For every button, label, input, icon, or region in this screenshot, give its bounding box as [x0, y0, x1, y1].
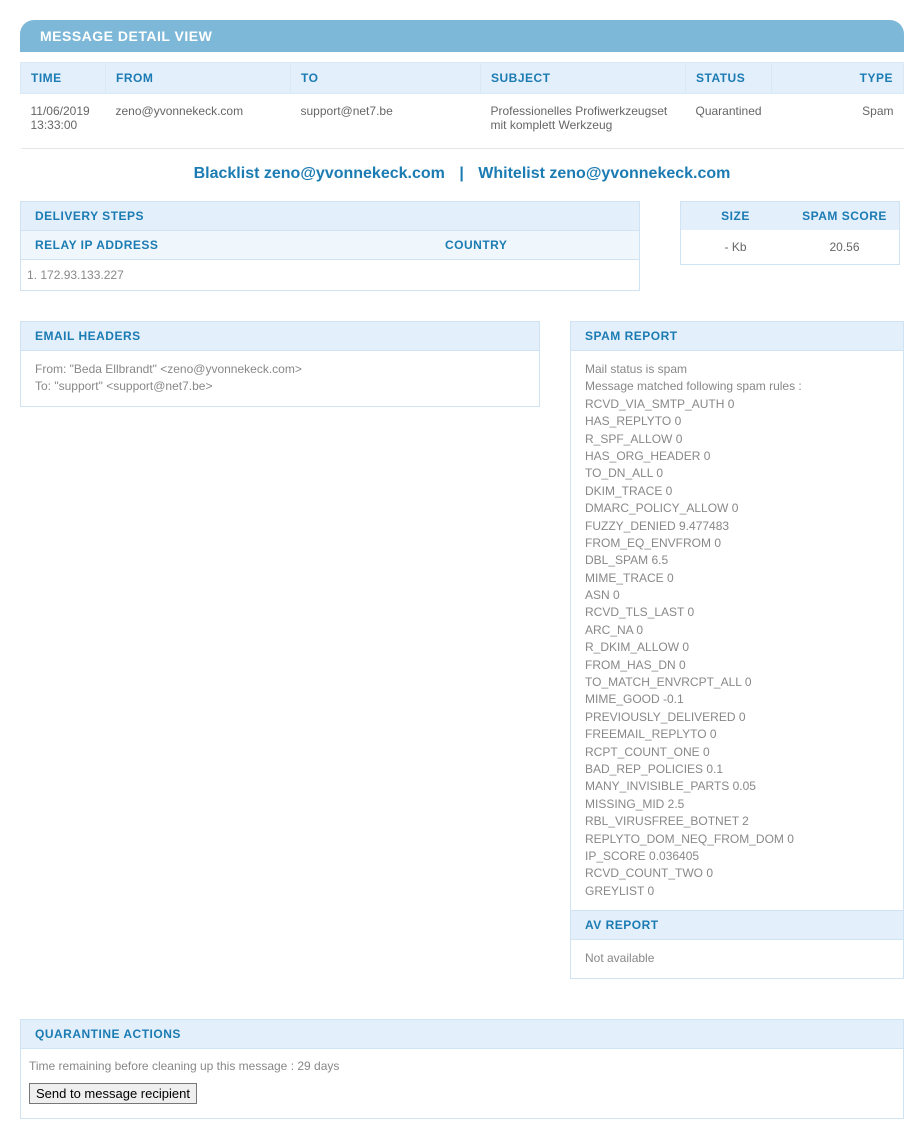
- spam-rule: TO_DN_ALL 0: [585, 465, 889, 482]
- spam-rule: FROM_HAS_DN 0: [585, 657, 889, 674]
- spam-rule: R_SPF_ALLOW 0: [585, 431, 889, 448]
- spam-rule: DMARC_POLICY_ALLOW 0: [585, 500, 889, 517]
- country-label: COUNTRY: [445, 238, 625, 252]
- relay-ip-label: RELAY IP ADDRESS: [35, 238, 445, 252]
- spam-rule: RCPT_COUNT_ONE 0: [585, 744, 889, 761]
- spam-matched: Message matched following spam rules :: [585, 378, 889, 395]
- blacklist-whitelist-links: Blacklist zeno@yvonnekeck.com | Whitelis…: [20, 165, 904, 183]
- spam-score-value: 20.56: [790, 230, 899, 264]
- whitelist-link[interactable]: Whitelist zeno@yvonnekeck.com: [478, 165, 730, 182]
- bw-separator: |: [459, 165, 463, 182]
- col-status: STATUS: [686, 63, 772, 94]
- delivery-steps-panel: DELIVERY STEPS RELAY IP ADDRESS COUNTRY …: [20, 201, 640, 291]
- message-table: TIME FROM TO SUBJECT STATUS TYPE 11/06/2…: [20, 62, 904, 149]
- send-to-recipient-button[interactable]: Send to message recipient: [29, 1083, 197, 1104]
- quarantine-actions-panel: QUARANTINE ACTIONS Time remaining before…: [20, 1019, 904, 1119]
- delivery-steps-title: DELIVERY STEPS: [21, 202, 639, 231]
- spam-score-label: SPAM SCORE: [790, 202, 899, 230]
- spam-report-title: SPAM REPORT: [571, 322, 903, 351]
- cell-type: Spam: [772, 94, 904, 149]
- spam-status: Mail status is spam: [585, 361, 889, 378]
- spam-rule: RCVD_COUNT_TWO 0: [585, 865, 889, 882]
- spam-rule: DKIM_TRACE 0: [585, 483, 889, 500]
- col-from: FROM: [106, 63, 291, 94]
- spam-rule: REPLYTO_DOM_NEQ_FROM_DOM 0: [585, 831, 889, 848]
- spam-rule: TO_MATCH_ENVRCPT_ALL 0: [585, 674, 889, 691]
- av-report-body: Not available: [571, 940, 903, 977]
- spam-rule: RBL_VIRUSFREE_BOTNET 2: [585, 813, 889, 830]
- blacklist-link[interactable]: Blacklist zeno@yvonnekeck.com: [194, 165, 445, 182]
- size-label: SIZE: [681, 202, 790, 230]
- spam-rule: ARC_NA 0: [585, 622, 889, 639]
- spam-rule: FROM_EQ_ENVFROM 0: [585, 535, 889, 552]
- header-to: To: "support" <support@net7.be>: [35, 378, 525, 395]
- spam-rule: ASN 0: [585, 587, 889, 604]
- spam-rule: RCVD_TLS_LAST 0: [585, 604, 889, 621]
- cell-to: support@net7.be: [291, 94, 481, 149]
- spam-rule: RCVD_VIA_SMTP_AUTH 0: [585, 396, 889, 413]
- col-time: TIME: [21, 63, 106, 94]
- spam-rule: MIME_GOOD -0.1: [585, 691, 889, 708]
- spam-report-panel: SPAM REPORT Mail status is spam Message …: [570, 321, 904, 911]
- av-report-title: AV REPORT: [571, 911, 903, 940]
- spam-rule: FREEMAIL_REPLYTO 0: [585, 726, 889, 743]
- spam-rule: GREYLIST 0: [585, 883, 889, 900]
- col-subject: SUBJECT: [481, 63, 686, 94]
- cell-status: Quarantined: [686, 94, 772, 149]
- col-to: TO: [291, 63, 481, 94]
- size-value: - Kb: [681, 230, 790, 264]
- cell-time: 11/06/2019 13:33:00: [21, 94, 106, 149]
- spam-rule: HAS_ORG_HEADER 0: [585, 448, 889, 465]
- cell-from: zeno@yvonnekeck.com: [106, 94, 291, 149]
- spam-rule: DBL_SPAM 6.5: [585, 552, 889, 569]
- header-from: From: "Beda Ellbrandt" <zeno@yvonnekeck.…: [35, 361, 525, 378]
- spam-rule: R_DKIM_ALLOW 0: [585, 639, 889, 656]
- spam-rule: PREVIOUSLY_DELIVERED 0: [585, 709, 889, 726]
- page-title: MESSAGE DETAIL VIEW: [20, 20, 904, 52]
- spam-rule: MIME_TRACE 0: [585, 570, 889, 587]
- spam-rule: FUZZY_DENIED 9.477483: [585, 518, 889, 535]
- relay-entry: 1. 172.93.133.227: [21, 260, 639, 290]
- col-type: TYPE: [772, 63, 904, 94]
- score-panel: SIZE SPAM SCORE - Kb 20.56: [680, 201, 900, 265]
- cell-subject: Professionelles Profiwerkzeugset mit kom…: [481, 94, 686, 149]
- spam-rule: HAS_REPLYTO 0: [585, 413, 889, 430]
- spam-rules-list: RCVD_VIA_SMTP_AUTH 0HAS_REPLYTO 0R_SPF_A…: [585, 396, 889, 900]
- email-headers-title: EMAIL HEADERS: [21, 322, 539, 351]
- spam-rule: BAD_REP_POLICIES 0.1: [585, 761, 889, 778]
- quarantine-remaining: Time remaining before cleaning up this m…: [29, 1059, 889, 1073]
- quarantine-actions-title: QUARANTINE ACTIONS: [21, 1020, 903, 1049]
- av-report-panel: AV REPORT Not available: [570, 911, 904, 978]
- table-row: 11/06/2019 13:33:00 zeno@yvonnekeck.com …: [21, 94, 904, 149]
- spam-rule: MANY_INVISIBLE_PARTS 0.05: [585, 778, 889, 795]
- email-headers-panel: EMAIL HEADERS From: "Beda Ellbrandt" <ze…: [20, 321, 540, 407]
- spam-rule: MISSING_MID 2.5: [585, 796, 889, 813]
- spam-rule: IP_SCORE 0.036405: [585, 848, 889, 865]
